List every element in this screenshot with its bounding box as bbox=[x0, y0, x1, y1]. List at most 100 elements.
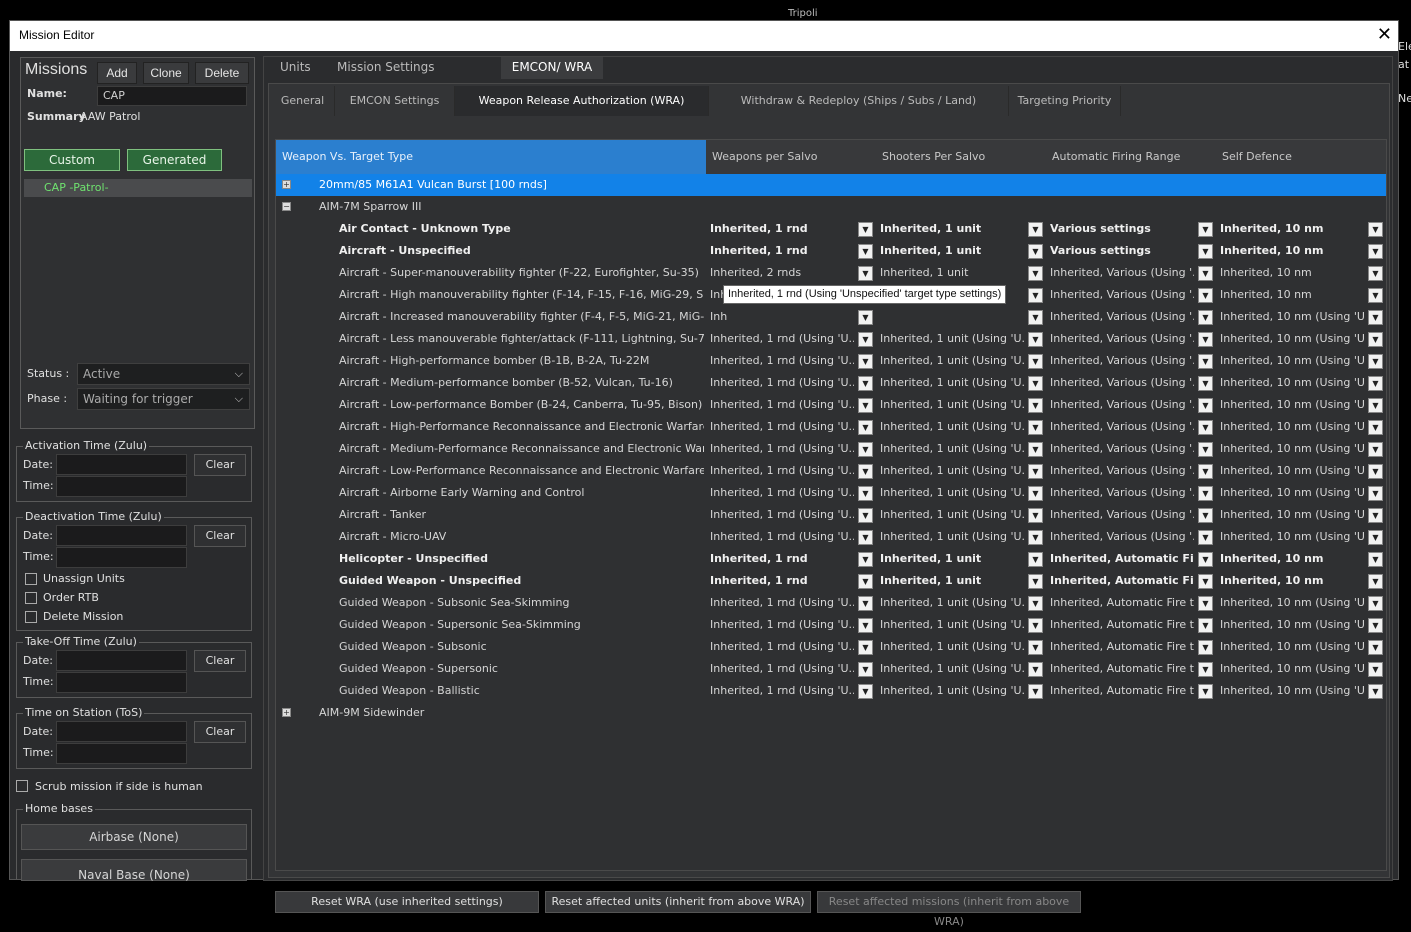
value-cell[interactable]: Inherited, 1 rnd (Using 'U... bbox=[710, 658, 854, 680]
dropdown-arrow-icon[interactable]: ▼ bbox=[1028, 596, 1043, 611]
value-cell[interactable]: Inherited, 10 nm bbox=[1220, 240, 1364, 262]
dropdown-arrow-icon[interactable]: ▼ bbox=[1368, 420, 1383, 435]
column-header[interactable]: Shooters Per Salvo bbox=[876, 140, 1046, 174]
value-cell[interactable]: Inherited, Various (Using '... bbox=[1050, 482, 1194, 504]
reset-missions-button[interactable]: Reset affected missions (inherit from ab… bbox=[817, 891, 1081, 928]
value-cell[interactable]: Inherited, 1 rnd (Using 'U... bbox=[710, 416, 854, 438]
value-cell[interactable]: Inherited, Various (Using '... bbox=[1050, 284, 1194, 306]
dropdown-arrow-icon[interactable]: ▼ bbox=[1368, 596, 1383, 611]
tab-emcon-wra[interactable]: EMCON/ WRA bbox=[501, 57, 603, 79]
value-cell[interactable]: Inherited, 10 nm (Using 'U... bbox=[1220, 460, 1364, 482]
value-cell[interactable]: Inherited, 1 rnd (Using 'U... bbox=[710, 636, 854, 658]
value-cell[interactable]: Inherited, Automatic Fire t... bbox=[1050, 658, 1194, 680]
value-cell[interactable]: Inherited, 1 rnd bbox=[710, 548, 854, 570]
value-cell[interactable]: Inherited, Automatic Fir... bbox=[1050, 548, 1194, 570]
tab-emcon-settings[interactable]: EMCON Settings bbox=[335, 86, 455, 116]
dropdown-arrow-icon[interactable]: ▼ bbox=[858, 464, 873, 479]
deactivation-date-input[interactable] bbox=[56, 525, 187, 546]
order-rtb-checkbox[interactable] bbox=[25, 592, 37, 604]
custom-button[interactable]: Custom bbox=[24, 149, 120, 171]
dropdown-arrow-icon[interactable]: ▼ bbox=[1028, 332, 1043, 347]
dropdown-arrow-icon[interactable]: ▼ bbox=[1198, 464, 1213, 479]
value-cell[interactable]: Inherited, 10 nm bbox=[1220, 218, 1364, 240]
dropdown-arrow-icon[interactable]: ▼ bbox=[1028, 442, 1043, 457]
dropdown-arrow-icon[interactable]: ▼ bbox=[1368, 266, 1383, 281]
dropdown-arrow-icon[interactable]: ▼ bbox=[1028, 222, 1043, 237]
value-cell[interactable]: Inherited, 1 unit (Using 'U... bbox=[880, 350, 1024, 372]
dropdown-arrow-icon[interactable]: ▼ bbox=[1368, 684, 1383, 699]
dropdown-arrow-icon[interactable]: ▼ bbox=[1028, 354, 1043, 369]
generated-button[interactable]: Generated bbox=[127, 149, 222, 171]
reset-units-button[interactable]: Reset affected units (inherit from above… bbox=[545, 891, 811, 913]
dropdown-arrow-icon[interactable]: ▼ bbox=[858, 310, 873, 325]
deactivation-time-input[interactable] bbox=[56, 547, 187, 568]
dropdown-arrow-icon[interactable]: ▼ bbox=[1198, 376, 1213, 391]
value-cell[interactable]: Various settings bbox=[1050, 240, 1194, 262]
value-cell[interactable]: Inherited, 10 nm (Using 'U... bbox=[1220, 306, 1364, 328]
weapon-group-row[interactable]: − AIM-7M Sparrow III bbox=[276, 196, 1386, 218]
list-item[interactable]: CAP -Patrol- bbox=[24, 179, 252, 197]
value-cell[interactable]: Inherited, 1 unit (Using 'U... bbox=[880, 680, 1024, 702]
dropdown-arrow-icon[interactable]: ▼ bbox=[858, 530, 873, 545]
airbase-button[interactable]: Airbase (None) bbox=[21, 824, 247, 850]
value-cell[interactable]: Inherited, 1 unit (Using 'U... bbox=[880, 372, 1024, 394]
dropdown-arrow-icon[interactable]: ▼ bbox=[1368, 552, 1383, 567]
value-cell[interactable]: Inherited, 10 nm (Using 'U... bbox=[1220, 372, 1364, 394]
value-cell[interactable]: Inherited, Automatic Fir... bbox=[1050, 570, 1194, 592]
activation-time-input[interactable] bbox=[56, 476, 187, 497]
value-cell[interactable]: Inherited, 10 nm (Using 'U... bbox=[1220, 416, 1364, 438]
mission-name-input[interactable]: CAP bbox=[97, 86, 247, 106]
value-cell[interactable]: Inherited, 10 nm bbox=[1220, 284, 1364, 306]
value-cell[interactable]: Inherited, 1 unit (Using 'U... bbox=[880, 526, 1024, 548]
value-cell[interactable]: Inherited, 10 nm (Using 'U... bbox=[1220, 680, 1364, 702]
value-cell[interactable]: Inherited, Various (Using '... bbox=[1050, 416, 1194, 438]
value-cell[interactable]: Inherited, 1 rnd bbox=[710, 570, 854, 592]
value-cell[interactable]: Inherited, 1 rnd (Using 'U... bbox=[710, 482, 854, 504]
value-cell[interactable]: Inherited, Various (Using '... bbox=[1050, 372, 1194, 394]
value-cell[interactable]: Inherited, Various (Using '... bbox=[1050, 394, 1194, 416]
dropdown-arrow-icon[interactable]: ▼ bbox=[1368, 486, 1383, 501]
dropdown-arrow-icon[interactable]: ▼ bbox=[1198, 618, 1213, 633]
dropdown-arrow-icon[interactable]: ▼ bbox=[1198, 574, 1213, 589]
dropdown-arrow-icon[interactable]: ▼ bbox=[1028, 486, 1043, 501]
dropdown-arrow-icon[interactable]: ▼ bbox=[1368, 222, 1383, 237]
value-cell[interactable]: Inherited, 1 rnd (Using 'U... bbox=[710, 614, 854, 636]
dropdown-arrow-icon[interactable]: ▼ bbox=[1198, 552, 1213, 567]
value-cell[interactable]: Inherited, 1 rnd (Using 'U... bbox=[710, 372, 854, 394]
dropdown-arrow-icon[interactable]: ▼ bbox=[1368, 354, 1383, 369]
activation-date-input[interactable] bbox=[56, 454, 187, 475]
value-cell[interactable]: Inherited, 1 rnd (Using 'U... bbox=[710, 504, 854, 526]
tab-targeting-priority[interactable]: Targeting Priority bbox=[1009, 86, 1121, 116]
value-cell[interactable]: Inherited, 1 unit (Using 'U... bbox=[880, 482, 1024, 504]
weapon-group-row[interactable]: +20mm/85 M61A1 Vulcan Burst [100 rnds] bbox=[276, 174, 1386, 196]
value-cell[interactable]: Inherited, 10 nm (Using 'U... bbox=[1220, 350, 1364, 372]
dropdown-arrow-icon[interactable]: ▼ bbox=[1368, 574, 1383, 589]
delete-mission-checkbox[interactable] bbox=[25, 611, 37, 623]
tab-units[interactable]: Units bbox=[272, 57, 319, 79]
dropdown-arrow-icon[interactable]: ▼ bbox=[1028, 684, 1043, 699]
takeoff-date-input[interactable] bbox=[56, 650, 187, 671]
close-icon[interactable]: ✕ bbox=[1377, 24, 1392, 45]
value-cell[interactable]: Inherited, 10 nm (Using 'U... bbox=[1220, 504, 1364, 526]
dropdown-arrow-icon[interactable]: ▼ bbox=[858, 508, 873, 523]
dropdown-arrow-icon[interactable]: ▼ bbox=[1028, 420, 1043, 435]
column-header[interactable]: Self Defence bbox=[1216, 140, 1386, 174]
expand-icon[interactable]: + bbox=[282, 180, 291, 189]
tos-clear-button[interactable]: Clear bbox=[194, 721, 246, 743]
dropdown-arrow-icon[interactable]: ▼ bbox=[1028, 640, 1043, 655]
value-cell[interactable]: Inherited, 10 nm bbox=[1220, 548, 1364, 570]
dropdown-arrow-icon[interactable]: ▼ bbox=[858, 398, 873, 413]
dropdown-arrow-icon[interactable]: ▼ bbox=[1028, 662, 1043, 677]
dropdown-arrow-icon[interactable]: ▼ bbox=[858, 420, 873, 435]
dropdown-arrow-icon[interactable]: ▼ bbox=[1028, 574, 1043, 589]
dropdown-arrow-icon[interactable]: ▼ bbox=[1028, 618, 1043, 633]
value-cell[interactable]: Inherited, 10 nm bbox=[1220, 262, 1364, 284]
value-cell[interactable]: Inherited, 1 unit bbox=[880, 570, 1024, 592]
dropdown-arrow-icon[interactable]: ▼ bbox=[1368, 244, 1383, 259]
value-cell[interactable]: Inherited, 1 rnd (Using 'U... bbox=[710, 680, 854, 702]
dropdown-arrow-icon[interactable]: ▼ bbox=[1028, 244, 1043, 259]
naval-base-button[interactable]: Naval Base (None) bbox=[21, 859, 247, 882]
value-cell[interactable]: Inherited, 2 rnds bbox=[710, 262, 854, 284]
column-header[interactable]: Weapon Vs. Target Type bbox=[276, 140, 706, 174]
value-cell[interactable]: Inherited, 1 unit bbox=[880, 548, 1024, 570]
